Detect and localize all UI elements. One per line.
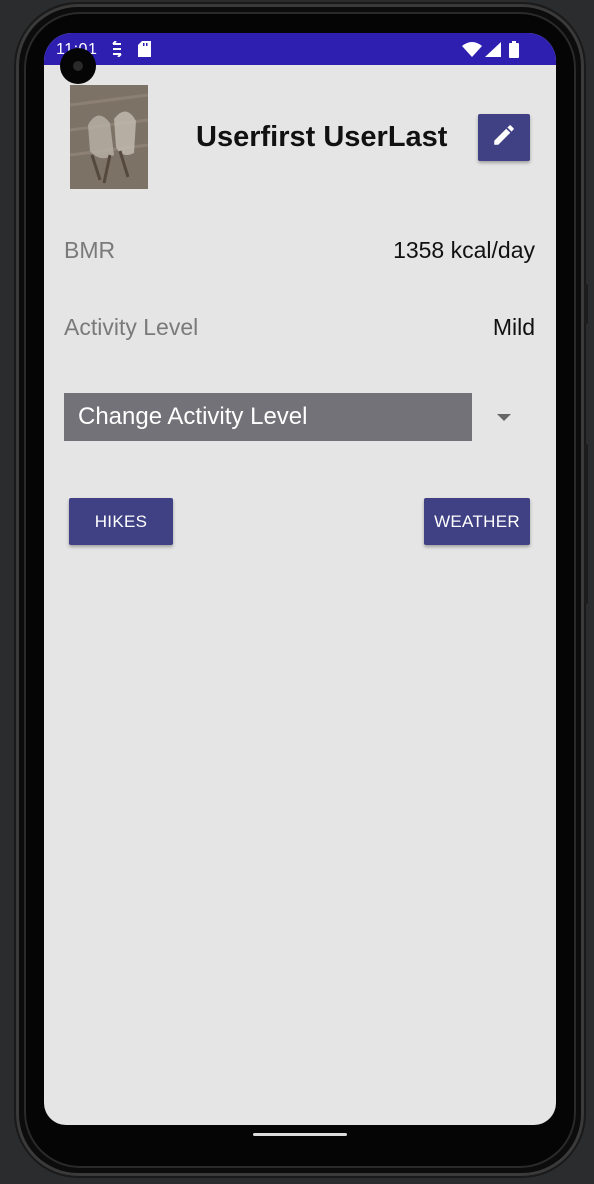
weather-button[interactable]: WEATHER bbox=[424, 498, 530, 545]
activity-level-spinner[interactable]: Change Activity Level bbox=[64, 393, 472, 441]
app-screen: 11:01 Userfirst UserLast BMR bbox=[44, 33, 556, 1125]
status-bar: 11:01 bbox=[44, 33, 556, 65]
profile-photo bbox=[70, 85, 148, 189]
sd-card-icon bbox=[138, 41, 151, 62]
front-camera bbox=[60, 48, 96, 84]
pencil-icon bbox=[491, 122, 517, 153]
navigation-bar bbox=[44, 1126, 556, 1148]
dropdown-arrow-icon[interactable] bbox=[497, 414, 511, 421]
volume-button bbox=[584, 444, 588, 604]
hikes-button[interactable]: HIKES bbox=[69, 498, 173, 545]
spinner-selected-text: Change Activity Level bbox=[78, 403, 308, 430]
sync-icon bbox=[110, 40, 124, 62]
bmr-value: 1358 kcal/day bbox=[393, 237, 535, 263]
power-button bbox=[584, 284, 588, 324]
bmr-label: BMR bbox=[64, 237, 116, 263]
wifi-icon bbox=[462, 42, 482, 62]
user-name: Userfirst UserLast bbox=[196, 121, 448, 153]
activity-level-value: Mild bbox=[492, 314, 535, 340]
home-gesture-bar[interactable] bbox=[253, 1133, 347, 1136]
edit-profile-button[interactable] bbox=[478, 114, 530, 161]
signal-icon bbox=[485, 42, 501, 62]
battery-icon bbox=[509, 41, 519, 63]
activity-level-label: Activity Level bbox=[64, 314, 199, 340]
